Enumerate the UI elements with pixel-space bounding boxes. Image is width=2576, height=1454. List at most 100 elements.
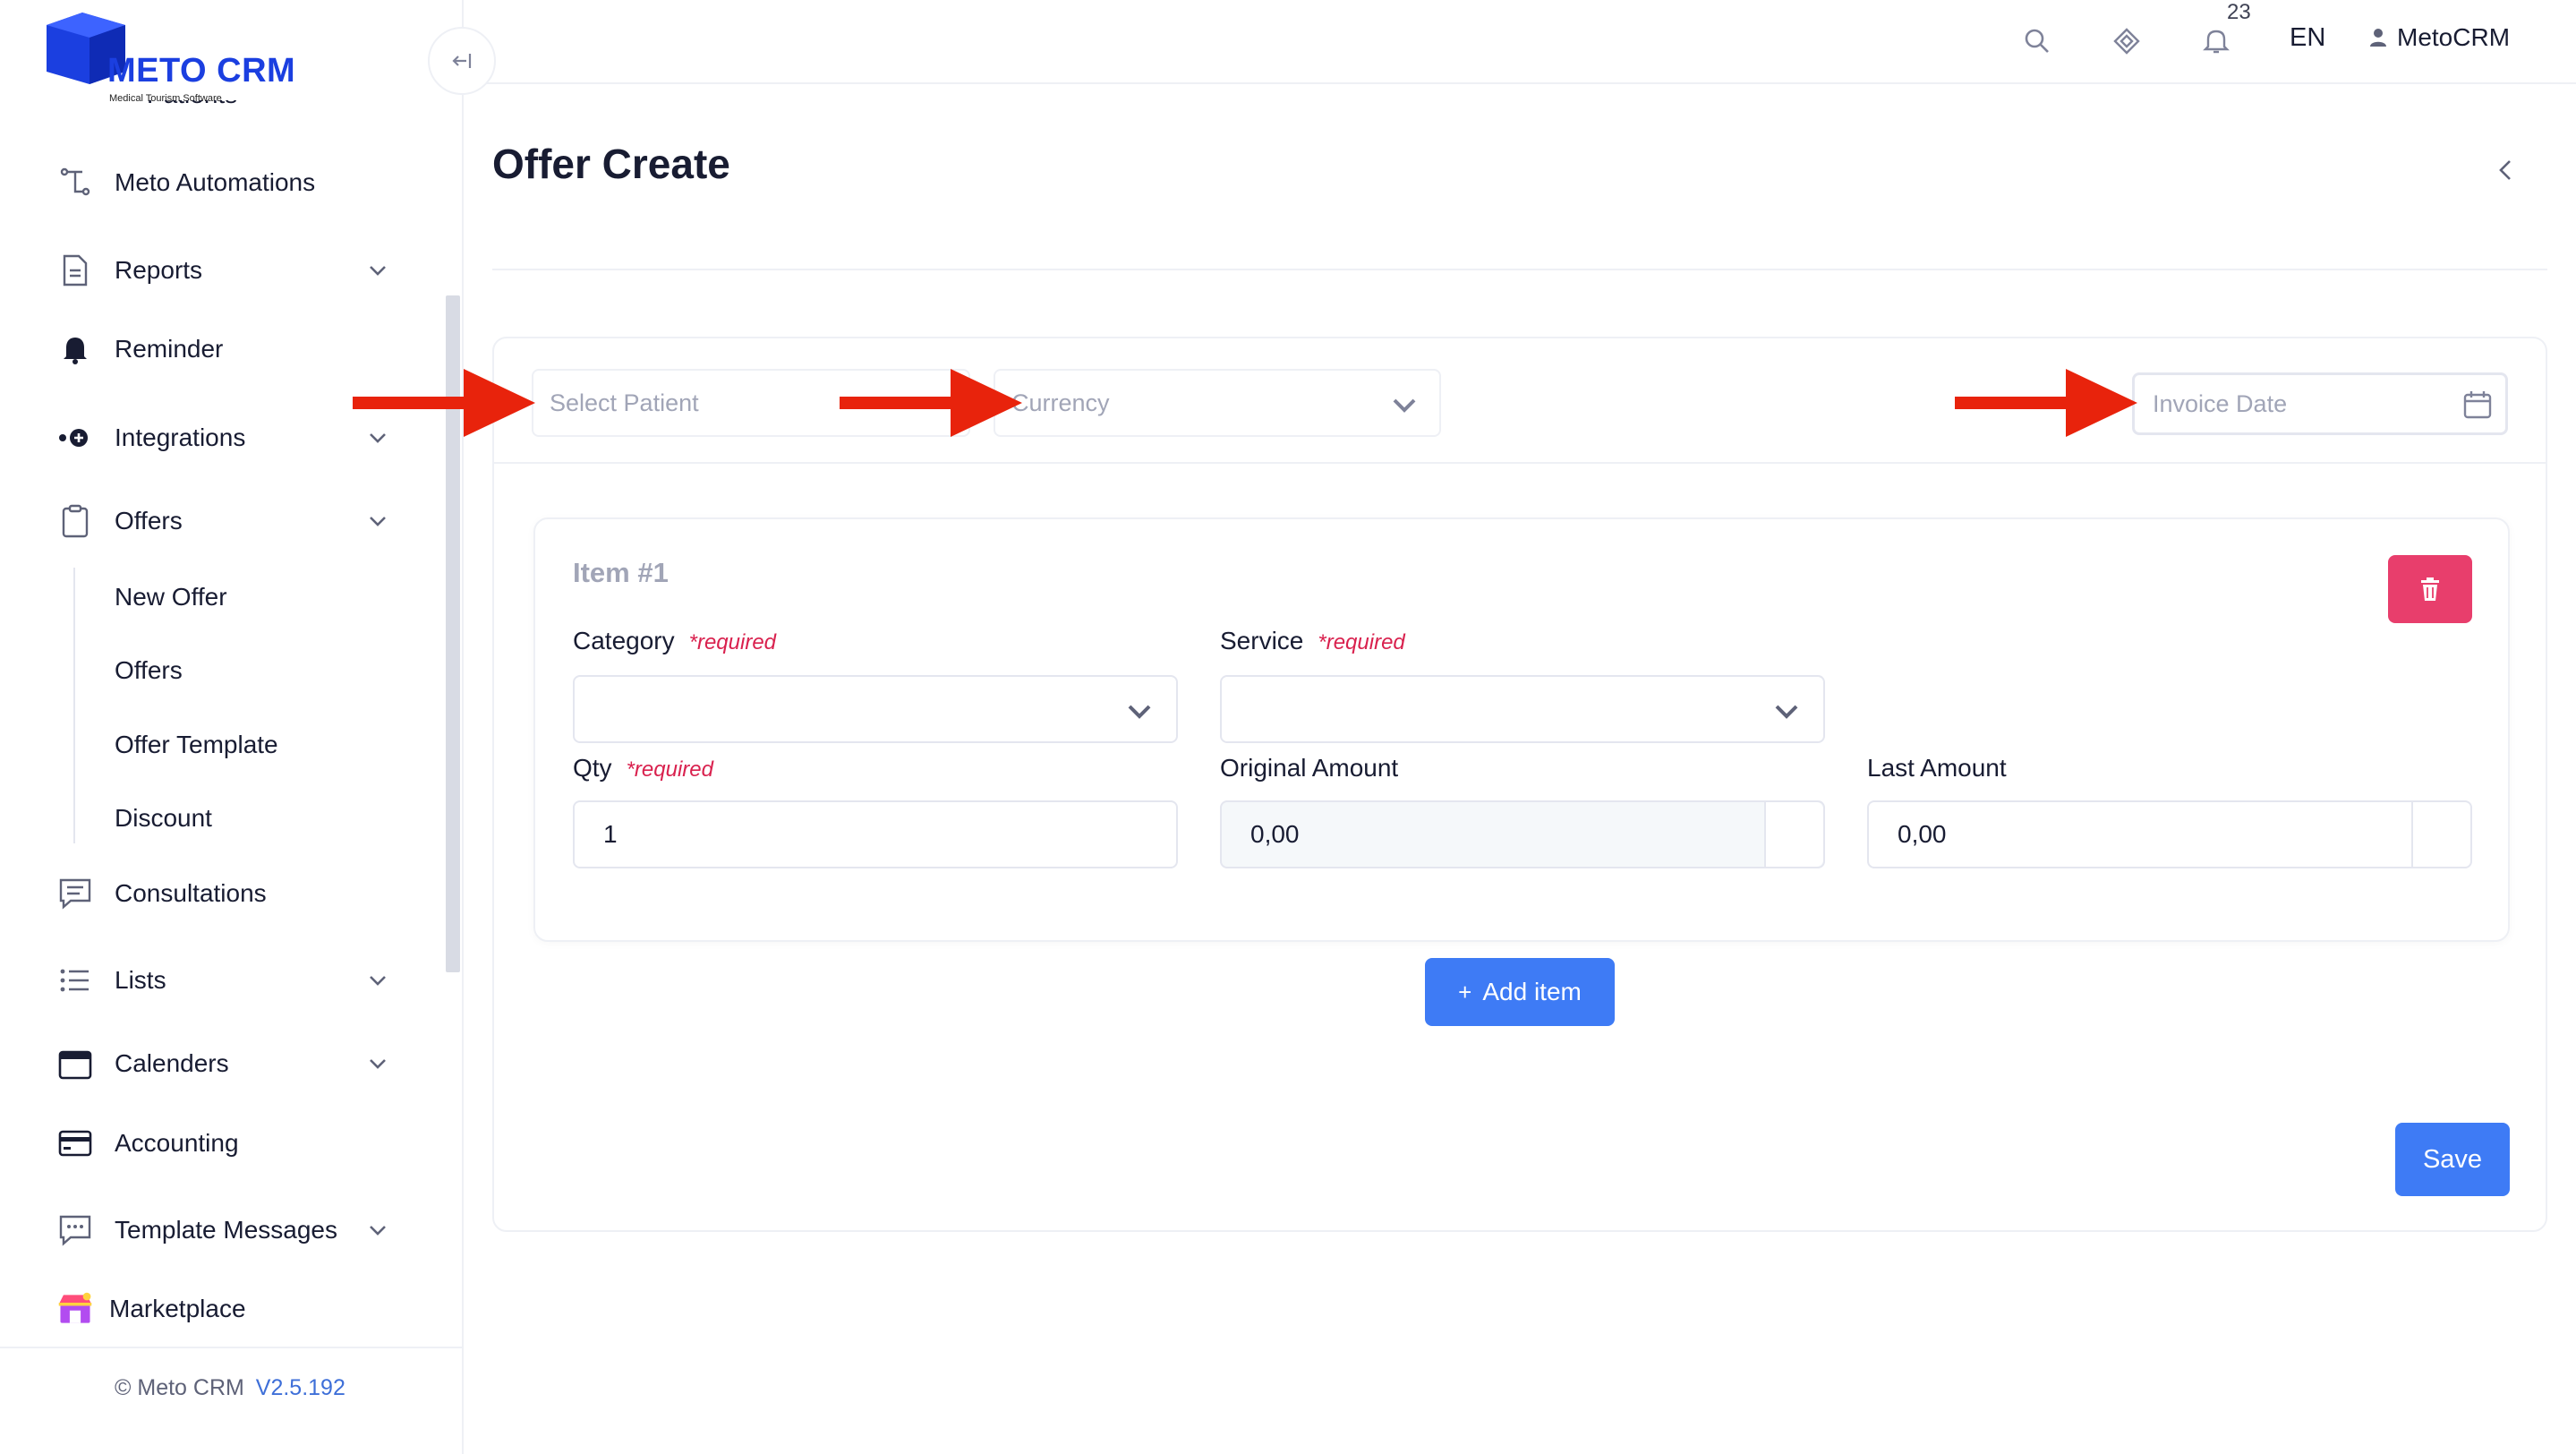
copyright-text: © Meto CRM: [115, 1375, 244, 1400]
add-item-button[interactable]: + Add item: [1425, 958, 1615, 1026]
save-button[interactable]: Save: [2395, 1123, 2510, 1196]
sidebar-item-label: Meto Automations: [115, 168, 316, 196]
plug-icon: [57, 420, 93, 456]
required-indicator: *required: [688, 630, 777, 654]
sidebar-item-label: Offers: [115, 507, 183, 535]
last-amount-input[interactable]: 0,00: [1867, 800, 2472, 868]
last-amount-label: Last Amount: [1867, 754, 2007, 782]
document-icon: [57, 252, 93, 288]
list-icon: [57, 962, 93, 998]
sidebar-subitem-offer-template[interactable]: Offer Template: [115, 731, 278, 759]
qty-value: 1: [603, 820, 618, 848]
offer-item-card: Item #1 Category *required Service *requir…: [533, 517, 2510, 942]
title-divider: [492, 269, 2547, 270]
notification-bell-icon[interactable]: [2198, 23, 2234, 59]
invoice-date-placeholder: Invoice Date: [2153, 389, 2288, 417]
card-icon: [57, 1125, 93, 1161]
invoice-date-input[interactable]: Invoice Date: [2132, 372, 2508, 435]
store-icon: [57, 1291, 93, 1327]
sidebar-item-accounting[interactable]: Accounting: [57, 1118, 390, 1168]
sidebar-item-marketplace[interactable]: Marketplace: [57, 1284, 390, 1334]
sidebar-item-label: Accounting: [115, 1129, 239, 1157]
sidebar-item-integrations[interactable]: Integrations: [57, 413, 390, 463]
currency-select[interactable]: Currency: [994, 369, 1441, 437]
sidebar-item-label: Marketplace: [109, 1295, 246, 1322]
notification-count-badge: 23: [2227, 0, 2251, 24]
chevron-down-icon: [365, 258, 390, 283]
sidebar-item-patients[interactable]: Patients: [57, 100, 237, 116]
clipboard-icon: [57, 503, 93, 539]
currency-select-placeholder: Currency: [1011, 389, 1110, 416]
chevron-down-icon: [365, 968, 390, 993]
calendar-icon: [57, 1046, 93, 1082]
add-item-label: Add item: [1482, 978, 1582, 1005]
calendar-icon[interactable]: [2462, 389, 2493, 420]
original-amount-input[interactable]: 0,00: [1220, 800, 1825, 868]
qty-input[interactable]: 1: [573, 800, 1178, 868]
sidebar-item-template-messages[interactable]: Template Messages: [57, 1205, 390, 1255]
annotation-arrow-icon: [353, 369, 535, 437]
chevron-down-icon: [1128, 705, 1151, 719]
category-label-text: Category: [573, 627, 675, 654]
sidebar-subitem-offers[interactable]: Offers: [115, 656, 183, 685]
user-name: MetoCRM: [2397, 23, 2511, 51]
sidebar-item-label: Integrations: [115, 423, 246, 451]
bell-icon: [57, 331, 93, 367]
apps-diamond-icon[interactable]: [2109, 23, 2145, 59]
sidebar-item-consultations[interactable]: Consultations: [57, 868, 390, 919]
sidebar-footer: © Meto CRM V2.5.192: [115, 1375, 345, 1401]
sidebar-item-reminder[interactable]: Reminder: [57, 324, 390, 374]
chevron-down-icon: [1775, 705, 1798, 719]
submenu-guide-line: [73, 568, 75, 843]
sidebar-item-label: Consultations: [115, 879, 267, 907]
sidebar-item-reports[interactable]: Reports: [57, 245, 390, 295]
sidebar-item-offers[interactable]: Offers: [57, 496, 390, 546]
search-icon[interactable]: [2019, 23, 2055, 59]
required-indicator: *required: [1318, 630, 1405, 654]
original-amount-label: Original Amount: [1220, 754, 1399, 782]
version-link[interactable]: V2.5.192: [256, 1375, 345, 1400]
offer-form-card: Select Patient Currency Invoice Date Ite…: [492, 337, 2547, 1232]
sidebar-menu: Patients Meto Automations Reports Remind…: [0, 100, 448, 1345]
annotation-arrow-icon: [840, 369, 1022, 437]
sidebar-item-label: Reports: [115, 256, 203, 284]
top-header: 23 EN MetoCRM: [464, 0, 2576, 84]
service-label-text: Service: [1220, 627, 1304, 654]
user-icon: [2370, 29, 2386, 47]
original-amount-value: 0,00: [1250, 820, 1300, 848]
category-select[interactable]: [573, 675, 1178, 743]
sidebar-item-label: Patients: [147, 100, 237, 109]
sidebar-collapse-button[interactable]: [428, 27, 496, 95]
footer-divider: [0, 1347, 464, 1348]
annotation-arrow-icon: [1955, 369, 2137, 437]
collapse-arrow-icon: [452, 54, 472, 68]
chat-icon: [57, 876, 93, 911]
plus-icon: +: [1458, 978, 1472, 1005]
sidebar-subitem-discount[interactable]: Discount: [115, 804, 212, 833]
back-chevron-icon[interactable]: [2488, 152, 2524, 188]
sidebar-item-lists[interactable]: Lists: [57, 955, 390, 1005]
users-icon: [57, 100, 93, 107]
sidebar-item-label: Reminder: [115, 335, 224, 363]
sidebar-item-label: Template Messages: [115, 1216, 338, 1244]
page-title: Offer Create: [492, 141, 730, 187]
service-select[interactable]: [1220, 675, 1825, 743]
sidebar-item-meto-automations[interactable]: Meto Automations: [57, 158, 390, 208]
automation-icon: [57, 165, 93, 201]
form-header-divider: [494, 462, 2546, 464]
brand-logo[interactable]: METO CRM Medical Tourism Software: [47, 13, 315, 104]
original-amount-addon: [1764, 802, 1823, 867]
sidebar-item-calenders[interactable]: Calenders: [57, 1039, 390, 1089]
service-label: Service *required: [1220, 627, 1405, 655]
qty-label: Qty *required: [573, 754, 713, 783]
last-amount-value: 0,00: [1898, 820, 1947, 848]
language-selector[interactable]: EN: [2290, 23, 2325, 53]
user-menu[interactable]: MetoCRM: [2368, 23, 2510, 52]
trash-icon: [2421, 577, 2439, 601]
item-title: Item #1: [573, 557, 669, 588]
qty-label-text: Qty: [573, 754, 612, 782]
delete-item-button[interactable]: [2388, 555, 2472, 623]
sidebar-subitem-new-offer[interactable]: New Offer: [115, 583, 227, 612]
chevron-down-icon: [365, 1051, 390, 1076]
patient-select-placeholder: Select Patient: [550, 389, 699, 416]
